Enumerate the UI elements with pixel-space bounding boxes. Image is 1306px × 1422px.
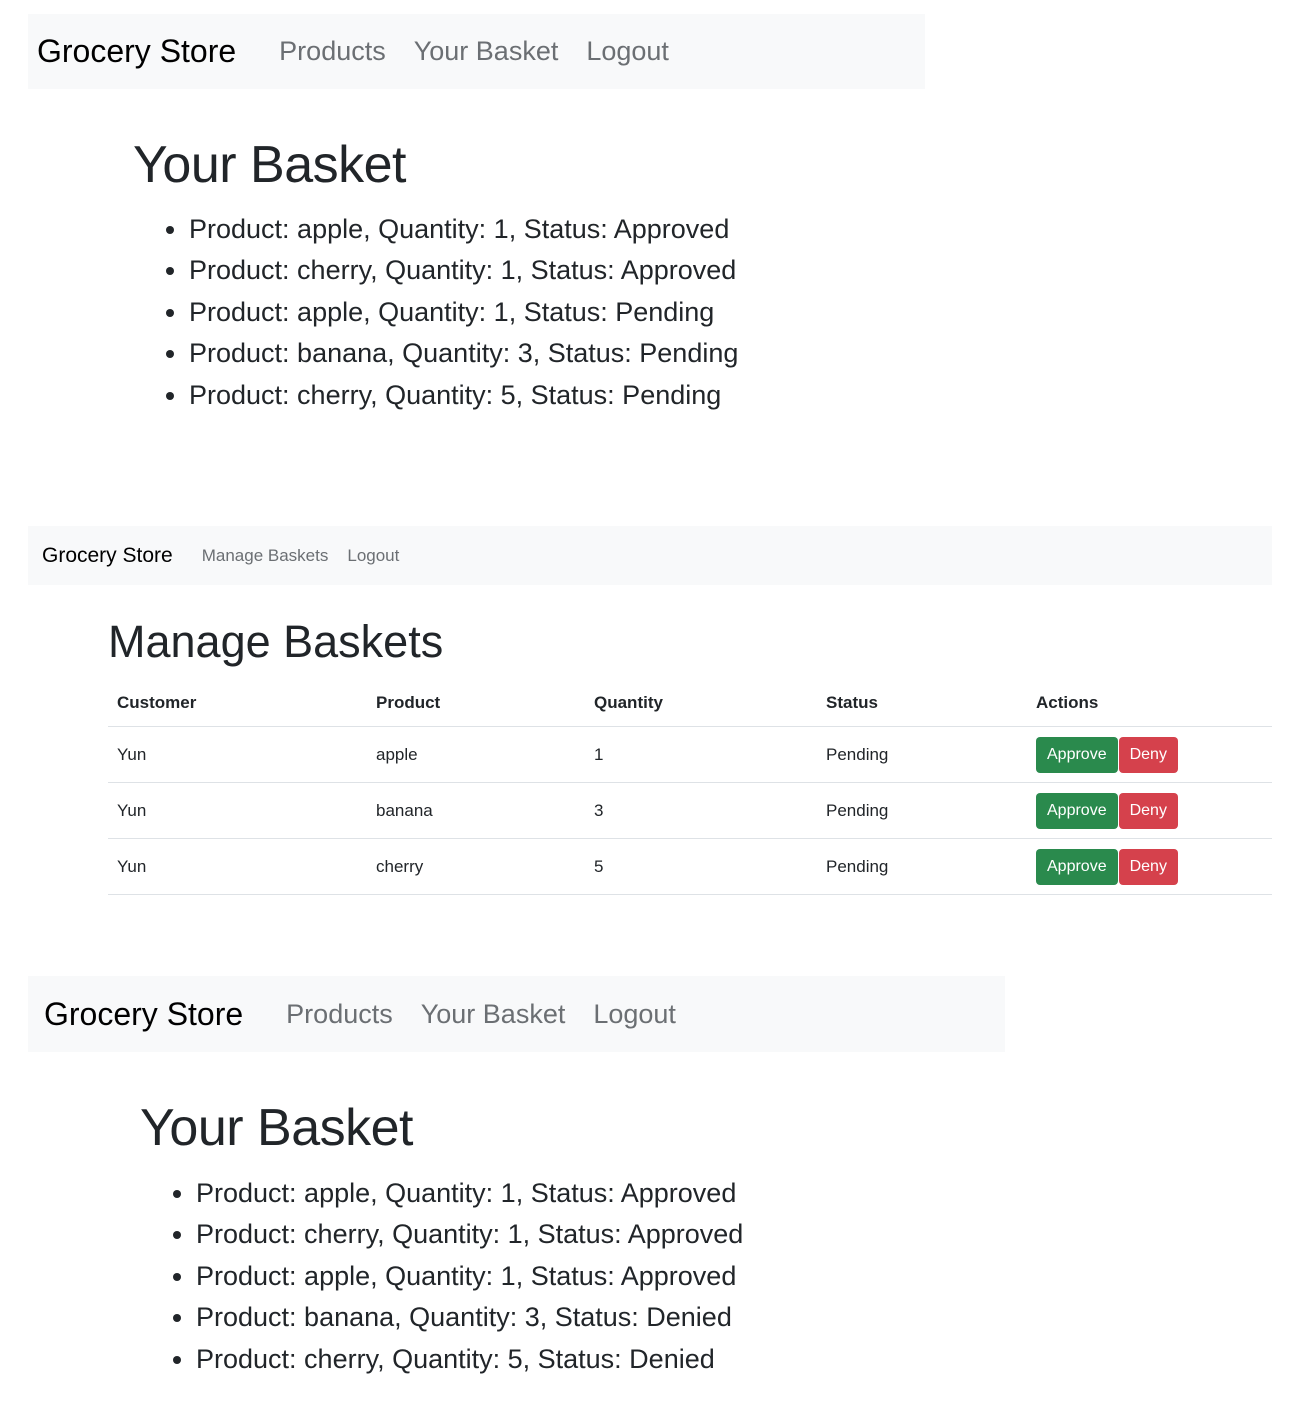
product-cell: apple (376, 744, 418, 764)
product-cell: cherry (376, 856, 424, 876)
brand-link[interactable]: Grocery Store (42, 544, 173, 568)
customer-cell: Yun (117, 744, 147, 764)
list-item: Product: banana, Quantity: 3, Status: De… (196, 1297, 743, 1338)
table-row: Yun banana 3 Pending Approve Deny (108, 782, 1272, 839)
quantity-cell: 5 (594, 856, 604, 876)
column-header-actions: Actions (1027, 680, 1272, 727)
table-row: Yun cherry 5 Pending Approve Deny (108, 838, 1272, 895)
column-header-quantity: Quantity (585, 680, 817, 727)
column-header-customer: Customer (108, 680, 367, 727)
quantity-cell: 1 (594, 744, 604, 764)
nav-link-manage-baskets[interactable]: Manage Baskets (202, 546, 329, 566)
column-header-status: Status (817, 680, 1027, 727)
list-item: Product: cherry, Quantity: 1, Status: Ap… (196, 1214, 743, 1255)
baskets-table: Customer Product Quantity Status Actions… (108, 680, 1272, 895)
navbar: Grocery Store Products Your Basket Logou… (28, 14, 925, 89)
nav-link-your-basket[interactable]: Your Basket (421, 999, 566, 1030)
table-header-row: Customer Product Quantity Status Actions (108, 680, 1272, 727)
list-item: Product: cherry, Quantity: 5, Status: De… (196, 1339, 743, 1380)
page-title: Your Basket (133, 136, 406, 194)
deny-button[interactable]: Deny (1118, 792, 1178, 829)
table-row: Yun apple 1 Pending Approve Deny (108, 726, 1272, 783)
nav-link-products[interactable]: Products (279, 36, 386, 67)
column-header-product: Product (367, 680, 585, 727)
customer-cell: Yun (117, 800, 147, 820)
list-item: Product: apple, Quantity: 1, Status: App… (196, 1256, 743, 1297)
list-item: Product: apple, Quantity: 1, Status: Pen… (189, 292, 738, 333)
status-cell: Pending (826, 856, 889, 876)
product-cell: banana (376, 800, 433, 820)
quantity-cell: 3 (594, 800, 604, 820)
status-cell: Pending (826, 800, 889, 820)
brand-link[interactable]: Grocery Store (37, 33, 236, 70)
basket-list: Product: apple, Quantity: 1, Status: App… (140, 1173, 743, 1380)
list-item: Product: apple, Quantity: 1, Status: App… (189, 209, 738, 250)
deny-button[interactable]: Deny (1118, 736, 1178, 773)
navbar: Grocery Store Products Your Basket Logou… (28, 976, 1005, 1052)
deny-button[interactable]: Deny (1118, 848, 1178, 885)
list-item: Product: apple, Quantity: 1, Status: App… (196, 1173, 743, 1214)
page-title: Manage Baskets (108, 616, 444, 667)
nav-link-products[interactable]: Products (286, 999, 393, 1030)
nav-link-logout[interactable]: Logout (593, 999, 676, 1030)
nav-link-your-basket[interactable]: Your Basket (414, 36, 559, 67)
approve-button[interactable]: Approve (1036, 848, 1118, 885)
list-item: Product: cherry, Quantity: 5, Status: Pe… (189, 375, 738, 416)
status-cell: Pending (826, 744, 889, 764)
approve-button[interactable]: Approve (1036, 792, 1118, 829)
navbar: Grocery Store Manage Baskets Logout (28, 526, 1272, 585)
basket-list: Product: apple, Quantity: 1, Status: App… (133, 209, 738, 416)
brand-link[interactable]: Grocery Store (44, 996, 243, 1033)
customer-cell: Yun (117, 856, 147, 876)
approve-button[interactable]: Approve (1036, 736, 1118, 773)
list-item: Product: banana, Quantity: 3, Status: Pe… (189, 333, 738, 374)
page-title: Your Basket (140, 1099, 413, 1157)
nav-link-logout[interactable]: Logout (586, 36, 669, 67)
nav-link-logout[interactable]: Logout (347, 546, 399, 566)
list-item: Product: cherry, Quantity: 1, Status: Ap… (189, 250, 738, 291)
